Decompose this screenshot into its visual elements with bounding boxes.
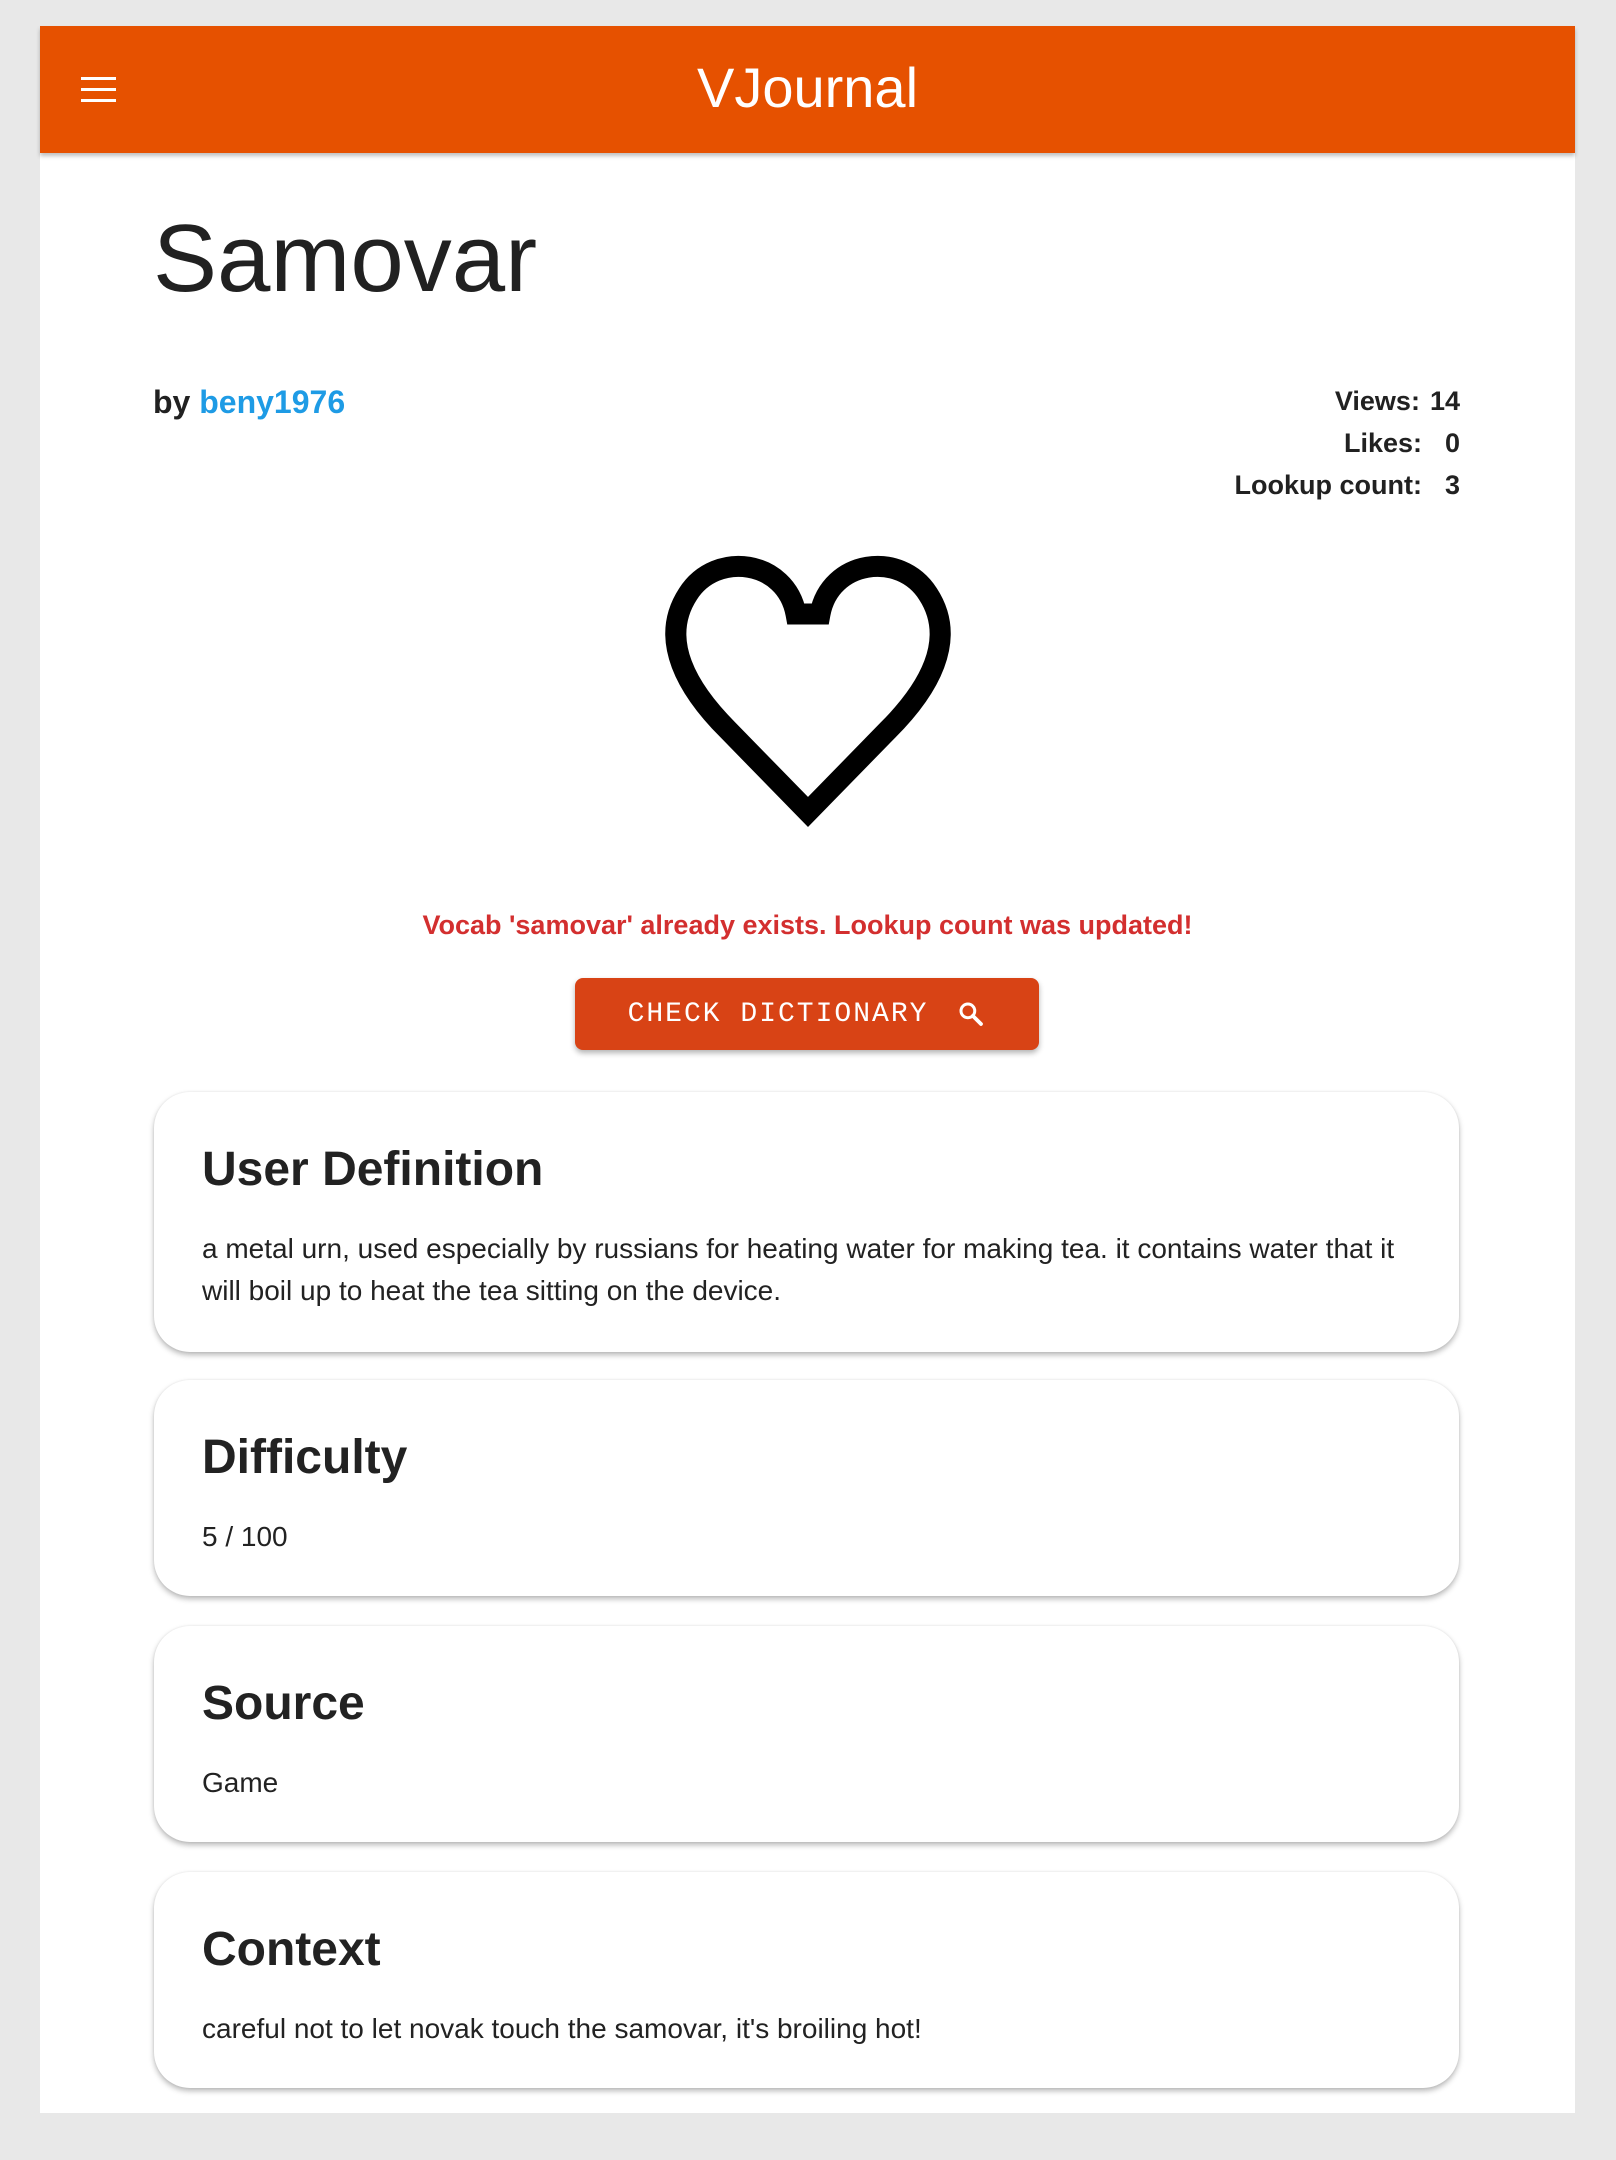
user-definition-title: User Definition: [202, 1143, 544, 1196]
difficulty-card: Difficulty 5 / 100: [154, 1380, 1459, 1596]
context-text: careful not to let novak touch the samov…: [202, 2013, 922, 2044]
lookup-value: 3: [1444, 470, 1460, 500]
page-title: Samovar: [153, 205, 538, 312]
user-definition-card: User Definition a metal urn, used especi…: [154, 1092, 1459, 1352]
likes-stat: Likes: 0: [1235, 422, 1460, 464]
check-dictionary-button[interactable]: CHECK DICTIONARY: [575, 978, 1039, 1050]
stats-panel: Views: 14 Likes: 0 Lookup count: 3: [1235, 380, 1460, 506]
status-message: Vocab 'samovar' already exists. Lookup c…: [422, 910, 1193, 940]
check-dictionary-label: CHECK DICTIONARY: [627, 998, 929, 1030]
source-value: Game: [202, 1767, 279, 1798]
app-bar: VJournal: [40, 26, 1575, 153]
views-label: Views:: [1334, 386, 1420, 416]
difficulty-value: 5 / 100: [202, 1521, 288, 1552]
like-button[interactable]: [648, 540, 968, 840]
views-stat: Views: 14: [1235, 380, 1460, 422]
context-card: Context careful not to let novak touch t…: [154, 1872, 1459, 2088]
source-title: Source: [202, 1677, 365, 1730]
page-frame: VJournal Samovar by beny1976 Views: 14 Li…: [40, 26, 1575, 2113]
byline: by beny1976: [153, 384, 345, 421]
likes-label: Likes:: [1343, 428, 1422, 458]
lookup-label: Lookup count:: [1234, 470, 1422, 500]
byline-prefix: by: [153, 384, 191, 420]
app-title: VJournal: [696, 56, 919, 119]
likes-value: 0: [1444, 428, 1460, 458]
difficulty-title: Difficulty: [202, 1431, 408, 1484]
views-value: 14: [1429, 386, 1460, 416]
author-link[interactable]: beny1976: [199, 384, 345, 420]
search-icon: [959, 1002, 984, 1026]
user-definition-text: a metal urn, used especially by russians…: [202, 1233, 1395, 1306]
context-title: Context: [202, 1923, 381, 1976]
source-card: Source Game: [154, 1626, 1459, 1842]
lookup-stat: Lookup count: 3: [1235, 464, 1460, 506]
heart-outline-icon: [665, 555, 951, 828]
